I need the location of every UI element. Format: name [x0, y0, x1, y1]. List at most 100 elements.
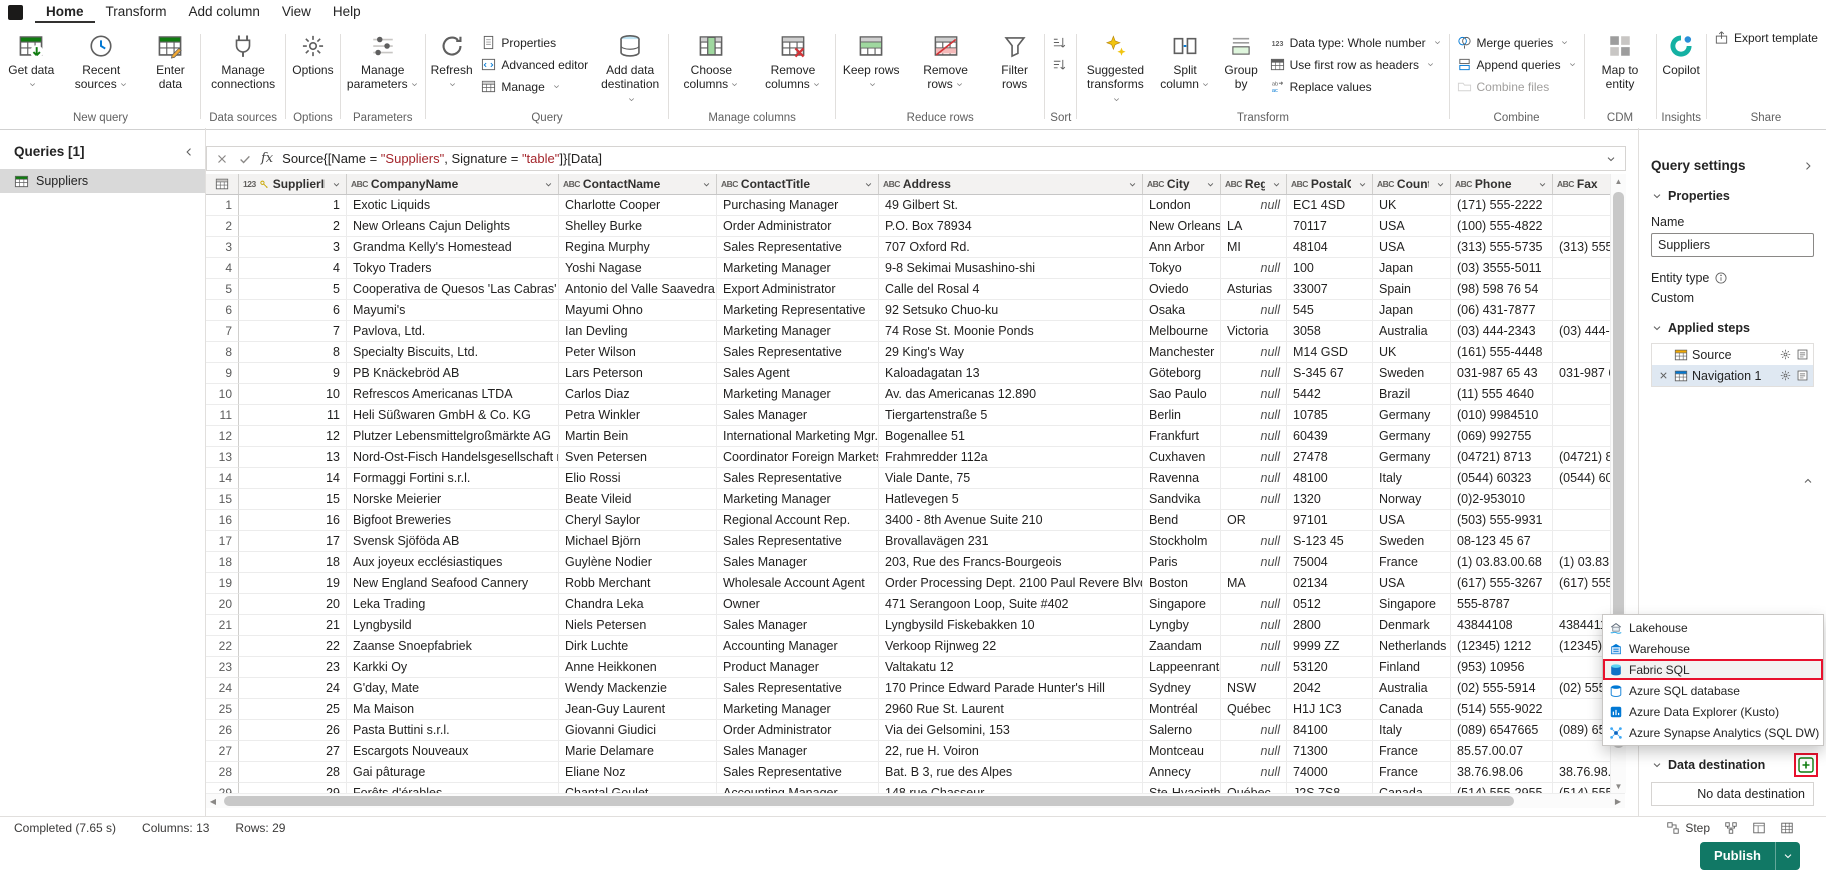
- column-header-contactname[interactable]: ABC ContactName: [559, 174, 717, 194]
- horizontal-scrollbar[interactable]: ◀ ▶: [206, 793, 1625, 808]
- table-row[interactable]: 21 21 Lyngbysild Niels Petersen Sales Manage…: [206, 615, 1610, 636]
- table-row[interactable]: 10 10 Refrescos Americanas LTDA Carlos Diaz…: [206, 384, 1610, 405]
- filter-chevron-icon[interactable]: [543, 179, 554, 190]
- keep-rows-button[interactable]: Keep rows: [838, 28, 904, 111]
- combine-files-button[interactable]: Combine files: [1452, 77, 1582, 96]
- replace-values-button[interactable]: ab ac Replace values: [1265, 77, 1447, 96]
- table-row[interactable]: 2 2 New Orleans Cajun Delights Shelley Burk…: [206, 216, 1610, 237]
- table-row[interactable]: 18 18 Aux joyeux ecclésiastiques Guylène No…: [206, 552, 1610, 573]
- split-column-button[interactable]: Split column: [1153, 28, 1218, 111]
- destination-option-warehouse[interactable]: Warehouse: [1603, 638, 1823, 659]
- column-header-address[interactable]: ABC Address: [879, 174, 1143, 194]
- table-row[interactable]: 22 22 Zaanse Snoepfabriek Dirk Luchte Accoun…: [206, 636, 1610, 657]
- table-row[interactable]: 24 24 G'day, Mate Wendy Mackenzie Sales Repr…: [206, 678, 1610, 699]
- advanced-editor-button[interactable]: Advanced editor: [476, 55, 593, 74]
- options-button[interactable]: Options: [288, 28, 337, 111]
- filter-chevron-icon[interactable]: [863, 179, 874, 190]
- destination-option-lakehouse[interactable]: Lakehouse: [1603, 617, 1823, 638]
- table-row[interactable]: 29 29 Forêts d'érables Chantal Goulet Accoun…: [206, 783, 1610, 793]
- refresh-button[interactable]: Refresh: [428, 28, 476, 111]
- menu-tab-view[interactable]: View: [271, 1, 322, 23]
- table-row[interactable]: 7 7 Pavlova, Ltd. Ian Devling Marketing Mana…: [206, 321, 1610, 342]
- group-by-button[interactable]: Group by: [1219, 28, 1264, 111]
- destination-option-azure-synapse-analytics-sql-dw[interactable]: Azure Synapse Analytics (SQL DW): [1603, 722, 1823, 743]
- table-row[interactable]: 27 27 Escargots Nouveaux Marie Delamare Sale…: [206, 741, 1610, 762]
- export-template-button[interactable]: Export template: [1709, 28, 1823, 47]
- table-row[interactable]: 19 19 New England Seafood Cannery Robb Merc…: [206, 573, 1610, 594]
- table-row[interactable]: 3 3 Grandma Kelly's Homestead Regina Murphy…: [206, 237, 1610, 258]
- filter-chevron-icon[interactable]: [331, 179, 342, 190]
- table-row[interactable]: 1 1 Exotic Liquids Charlotte Cooper Purchasi…: [206, 195, 1610, 216]
- data-type-whole-number-button[interactable]: 123 Data type: Whole number: [1265, 33, 1447, 52]
- table-row[interactable]: 23 23 Karkki Oy Anne Heikkonen Product Manag…: [206, 657, 1610, 678]
- table-row[interactable]: 1313Nord-Ost-Fisch Handelsgesellschaft m…: [206, 447, 1610, 468]
- destination-option-azure-data-explorer-kusto[interactable]: Azure Data Explorer (Kusto): [1603, 701, 1823, 722]
- table-row[interactable]: 11 11 Heli Süßwaren GmbH & Co. KG Petra Win…: [206, 405, 1610, 426]
- filter-chevron-icon[interactable]: [1357, 179, 1368, 190]
- table-row[interactable]: 4 4 Tokyo Traders Yoshi Nagase Marketing Man…: [206, 258, 1610, 279]
- append-queries-button[interactable]: Append queries: [1452, 55, 1582, 74]
- query-item-suppliers[interactable]: Suppliers: [0, 169, 205, 193]
- scroll-up-icon[interactable]: ▲: [1611, 174, 1626, 188]
- menu-tab-add-column[interactable]: Add column: [178, 1, 271, 23]
- use-first-row-as-headers-button[interactable]: Use first row as headers: [1265, 55, 1447, 74]
- table-row[interactable]: 26 26 Pasta Buttini s.r.l. Giovanni Giudici…: [206, 720, 1610, 741]
- column-header-postalcode[interactable]: ABCPostalCode: [1287, 174, 1373, 194]
- properties-section-header[interactable]: Properties: [1651, 189, 1814, 203]
- table-row[interactable]: 14 14 Formaggi Fortini s.r.l. Elio Rossi Sal…: [206, 468, 1610, 489]
- column-header-country[interactable]: ABCCountry: [1373, 174, 1451, 194]
- table-row[interactable]: 9 9 PB Knäckebröd AB Lars Peterson Sales Age…: [206, 363, 1610, 384]
- cancel-formula-icon[interactable]: [215, 152, 229, 166]
- filter-chevron-icon[interactable]: [1537, 179, 1548, 190]
- table-row[interactable]: 25 25 Ma Maison Jean-Guy Laurent Marketing M…: [206, 699, 1610, 720]
- scroll-left-icon[interactable]: ◀: [206, 794, 220, 808]
- column-header-region[interactable]: ABCRegion: [1221, 174, 1287, 194]
- applied-step-source[interactable]: Source: [1652, 344, 1813, 365]
- publish-dropdown-icon[interactable]: [1775, 841, 1800, 870]
- get-data-button[interactable]: Get data: [3, 28, 60, 111]
- filter-chevron-icon[interactable]: [1127, 179, 1138, 190]
- enter-data-button[interactable]: Enter data: [143, 28, 198, 111]
- diagram-view-icon[interactable]: [1724, 821, 1738, 835]
- add-data-destination-button[interactable]: Add data destination: [594, 28, 666, 111]
- applied-step-navigation-1[interactable]: Navigation 1: [1652, 365, 1813, 386]
- scroll-down-icon[interactable]: ▼: [1611, 779, 1626, 793]
- filter-rows-button[interactable]: Filter rows: [987, 28, 1043, 111]
- map-to-entity-button[interactable]: Map to entity: [1586, 28, 1653, 111]
- horizontal-scrollbar-thumb[interactable]: [224, 796, 1514, 806]
- schema-view-icon[interactable]: [1752, 821, 1766, 835]
- destination-option-fabric-sql[interactable]: Fabric SQL: [1603, 659, 1823, 680]
- column-header-phone[interactable]: ABC Phone: [1451, 174, 1553, 194]
- table-row[interactable]: 12 12 Plutzer Lebensmittelgroßmärkte AG Mar…: [206, 426, 1610, 447]
- table-view-icon[interactable]: [1780, 821, 1794, 835]
- confirm-formula-icon[interactable]: [238, 152, 252, 166]
- scroll-right-icon[interactable]: ▶: [1611, 794, 1625, 808]
- table-row[interactable]: 5 5 Cooperativa de Quesos 'Las Cabras' Anto…: [206, 279, 1610, 300]
- step-button[interactable]: Step: [1666, 821, 1710, 835]
- table-row[interactable]: 28 28 Gai pâturage Eliane Noz Sales Represen…: [206, 762, 1610, 783]
- column-header-fax[interactable]: ABC Fax: [1553, 174, 1610, 194]
- table-row[interactable]: 8 8 Specialty Biscuits, Ltd. Peter Wilson Sa…: [206, 342, 1610, 363]
- suggested-transforms-button[interactable]: Suggested transforms: [1079, 28, 1151, 111]
- expand-formula-bar-icon[interactable]: [1605, 153, 1617, 165]
- collapse-ribbon-button[interactable]: [1800, 98, 1816, 867]
- publish-button[interactable]: Publish: [1700, 841, 1800, 870]
- gear-icon[interactable]: [1779, 348, 1792, 361]
- column-header-city[interactable]: ABC City: [1143, 174, 1221, 194]
- merge-queries-button[interactable]: Merge queries: [1452, 33, 1582, 52]
- table-row[interactable]: 17 17 Svensk Sjöföda AB Michael Björn Sales …: [206, 531, 1610, 552]
- query-name-input[interactable]: [1651, 233, 1814, 257]
- manage-button[interactable]: Manage: [476, 77, 593, 96]
- table-row[interactable]: 16 16 Bigfoot Breweries Cheryl Saylor Region…: [206, 510, 1610, 531]
- filter-chevron-icon[interactable]: [1271, 179, 1282, 190]
- table-row[interactable]: 20 20 Leka Trading Chandra Leka Owner 471 Ser…: [206, 594, 1610, 615]
- remove-columns-button[interactable]: Remove columns: [753, 28, 834, 111]
- column-header-companyname[interactable]: ABC CompanyName: [347, 174, 559, 194]
- table-row[interactable]: 6 6 Mayumi's Mayumi Ohno Marketing Represent…: [206, 300, 1610, 321]
- grid-corner-button[interactable]: [206, 174, 239, 194]
- destination-option-azure-sql-database[interactable]: Azure SQL database: [1603, 680, 1823, 701]
- choose-columns-button[interactable]: Choose columns: [671, 28, 752, 111]
- gear-icon[interactable]: [1779, 369, 1792, 382]
- manage-parameters-button[interactable]: Manage parameters: [342, 28, 423, 111]
- delete-step-icon[interactable]: [1658, 370, 1669, 381]
